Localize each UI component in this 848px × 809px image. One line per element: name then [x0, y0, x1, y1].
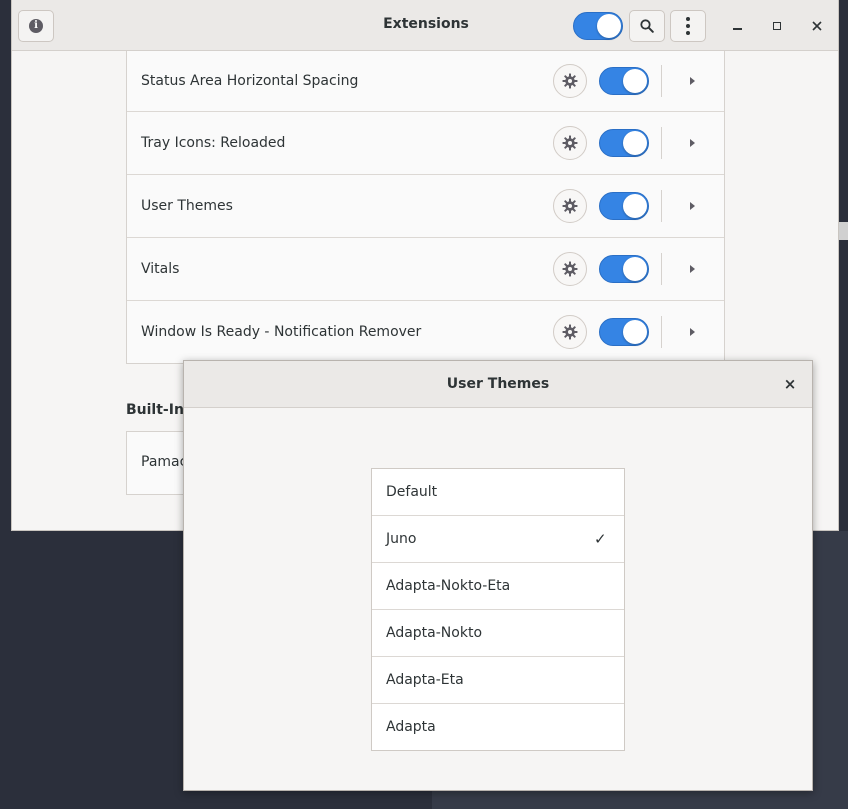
builtin-section-title: Built-In	[126, 402, 184, 418]
expand-arrow-icon[interactable]	[690, 77, 695, 85]
theme-label: Default	[386, 484, 438, 500]
extension-settings-button[interactable]	[553, 189, 587, 223]
theme-option[interactable]: Juno ✓	[372, 515, 624, 562]
extension-settings-button[interactable]	[553, 315, 587, 349]
extension-name: User Themes	[141, 198, 233, 214]
extension-row[interactable]: Status Area Horizontal Spacing	[127, 51, 724, 111]
search-icon	[640, 19, 654, 33]
extensions-master-toggle[interactable]	[573, 12, 623, 40]
theme-label: Adapta-Nokto	[386, 625, 483, 641]
user-themes-dialog: User Themes × Default Juno ✓ Adapta-Nokto-E…	[183, 360, 813, 791]
checkmark-icon: ✓	[594, 530, 607, 548]
expand-arrow-icon[interactable]	[690, 328, 695, 336]
search-button[interactable]	[629, 10, 665, 42]
toggle-knob	[623, 194, 647, 218]
row-separator	[661, 190, 662, 222]
close-icon	[812, 21, 822, 31]
extension-name: Window Is Ready - Notification Remover	[141, 324, 422, 340]
gear-icon	[562, 135, 578, 151]
extension-row[interactable]: User Themes	[127, 174, 724, 237]
extension-enable-toggle[interactable]	[599, 318, 649, 346]
theme-option[interactable]: Adapta	[372, 703, 624, 750]
theme-label: Adapta	[386, 719, 436, 735]
extension-settings-button[interactable]	[553, 252, 587, 286]
background-window-edge	[838, 222, 848, 240]
toggle-knob	[623, 257, 647, 281]
gear-icon	[562, 324, 578, 340]
theme-list: Default Juno ✓ Adapta-Nokto-Eta Adapta-Nokto…	[371, 468, 625, 751]
extension-list: Status Area Horizontal Spacing Tray Icon…	[126, 51, 725, 364]
row-separator	[661, 253, 662, 285]
toggle-knob	[623, 131, 647, 155]
window-title: Extensions	[383, 16, 469, 32]
gear-icon	[562, 261, 578, 277]
row-separator	[661, 65, 662, 97]
theme-option[interactable]: Adapta-Eta	[372, 656, 624, 703]
theme-option[interactable]: Adapta-Nokto	[372, 609, 624, 656]
maximize-button[interactable]	[765, 14, 789, 38]
toggle-knob	[623, 320, 647, 344]
minimize-icon	[732, 28, 742, 30]
header-bar: i Extensions	[12, 0, 838, 51]
theme-label: Juno	[386, 531, 417, 547]
extension-settings-button[interactable]	[553, 126, 587, 160]
row-separator	[661, 316, 662, 348]
extension-name: Vitals	[141, 261, 180, 277]
theme-label: Adapta-Nokto-Eta	[386, 578, 511, 594]
toggle-knob	[597, 14, 621, 38]
theme-option[interactable]: Adapta-Nokto-Eta	[372, 562, 624, 609]
builtin-extension-name: Pamac	[141, 454, 188, 470]
main-menu-button[interactable]	[670, 10, 706, 42]
extension-name: Tray Icons: Reloaded	[141, 135, 286, 151]
kebab-menu-icon	[686, 17, 690, 35]
gear-icon	[562, 73, 578, 89]
dialog-close-button[interactable]: ×	[780, 374, 800, 394]
close-icon: ×	[783, 375, 797, 393]
extension-row[interactable]: Window Is Ready - Notification Remover	[127, 300, 724, 363]
extension-settings-button[interactable]	[553, 64, 587, 98]
theme-option[interactable]: Default	[372, 469, 624, 515]
maximize-icon	[773, 22, 781, 30]
toggle-knob	[623, 69, 647, 93]
gear-icon	[562, 198, 578, 214]
extension-enable-toggle[interactable]	[599, 67, 649, 95]
extension-enable-toggle[interactable]	[599, 129, 649, 157]
expand-arrow-icon[interactable]	[690, 202, 695, 210]
close-window-button[interactable]	[805, 14, 829, 38]
row-separator	[661, 127, 662, 159]
minimize-button[interactable]	[725, 14, 749, 38]
extension-row[interactable]: Tray Icons: Reloaded	[127, 111, 724, 174]
dialog-title: User Themes	[446, 376, 550, 392]
expand-arrow-icon[interactable]	[690, 139, 695, 147]
theme-label: Adapta-Eta	[386, 672, 464, 688]
extension-enable-toggle[interactable]	[599, 255, 649, 283]
extension-name: Status Area Horizontal Spacing	[141, 73, 359, 89]
dialog-header: User Themes ×	[184, 361, 812, 408]
expand-arrow-icon[interactable]	[690, 265, 695, 273]
extension-enable-toggle[interactable]	[599, 192, 649, 220]
extension-row[interactable]: Vitals	[127, 237, 724, 300]
